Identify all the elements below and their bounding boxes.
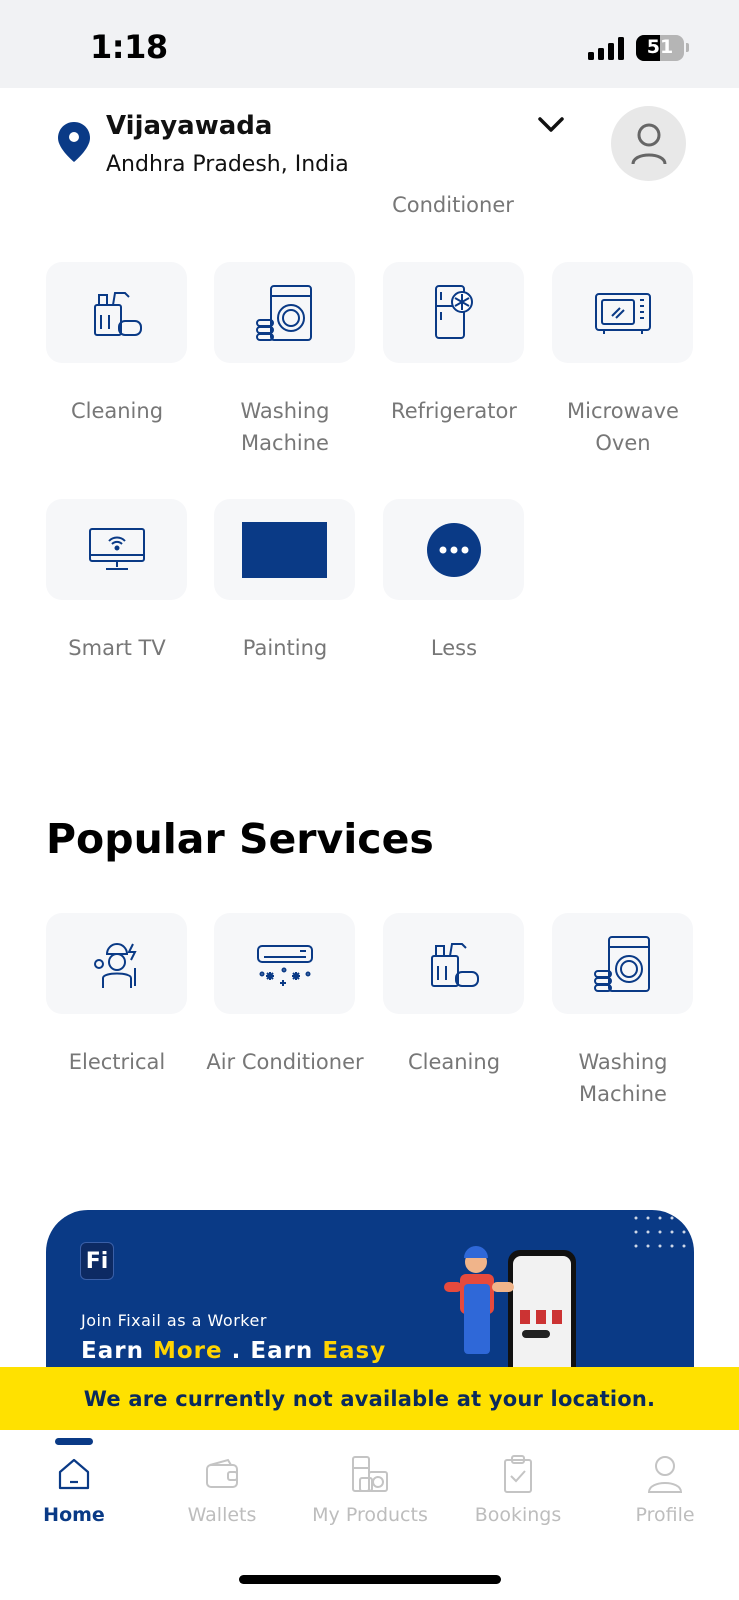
decorative-dots: [634, 1216, 686, 1248]
clipboard-icon: [504, 1455, 532, 1493]
popular-service-label: Electrical: [68, 1050, 166, 1074]
join-worker-banner[interactable]: Fi Join Fixail as a Worker Earn More . E…: [46, 1210, 694, 1380]
category-microwave-oven[interactable]: [552, 262, 693, 363]
painting-icon: [242, 521, 327, 578]
category-label: Less: [430, 636, 478, 660]
electrician-icon: [93, 942, 137, 988]
battery-cap: [686, 43, 689, 52]
region-name: Andhra Pradesh, India: [106, 152, 349, 177]
active-tab-indicator: [55, 1438, 93, 1445]
tab-my-products[interactable]: My Products: [296, 1452, 444, 1528]
location-pin-icon: [58, 122, 90, 162]
category-cleaning[interactable]: [46, 262, 187, 363]
air-conditioner-icon: [256, 944, 313, 986]
profile-icon: [647, 1456, 683, 1493]
status-time: 1:18: [90, 28, 168, 66]
battery-level: 51: [646, 36, 674, 58]
tab-profile[interactable]: Profile: [591, 1452, 739, 1528]
popular-service-washing-machine[interactable]: [552, 913, 693, 1014]
chevron-down-icon[interactable]: [536, 114, 566, 136]
tab-label: Wallets: [187, 1504, 257, 1526]
location-unavailable-alert: We are currently not available at your l…: [0, 1367, 739, 1430]
tab-label: Profile: [635, 1504, 695, 1526]
user-icon: [631, 123, 666, 164]
category-painting[interactable]: [214, 499, 355, 600]
alert-text: We are currently not available at your l…: [83, 1386, 656, 1411]
category-label: Cleaning: [70, 399, 164, 423]
cleaning-icon: [430, 942, 479, 987]
washing-machine-icon: [593, 935, 650, 992]
popular-service-label: Air Conditioner: [206, 1050, 364, 1074]
category-smart-tv[interactable]: [46, 499, 187, 600]
home-icon: [58, 1458, 90, 1490]
refrigerator-icon: [434, 284, 473, 339]
wallet-icon: [206, 1458, 238, 1488]
popular-service-label: Washing Machine: [578, 1050, 668, 1106]
profile-avatar-button[interactable]: [611, 106, 686, 181]
banner-headline: Earn More . Earn Easy: [81, 1338, 387, 1364]
category-label: Washing Machine: [240, 399, 330, 455]
battery-icon: 51: [636, 35, 684, 61]
popular-service-air-conditioner[interactable]: [214, 913, 355, 1014]
home-indicator: [239, 1575, 501, 1584]
category-label: Microwave Oven: [567, 399, 679, 455]
microwave-icon: [594, 292, 651, 334]
banner-subtitle: Join Fixail as a Worker: [81, 1311, 267, 1330]
tab-home[interactable]: Home: [0, 1452, 148, 1528]
tab-label: Home: [43, 1504, 105, 1526]
category-label: Smart TV: [68, 636, 166, 660]
popular-service-label: Cleaning: [407, 1050, 501, 1074]
tab-label: Bookings: [474, 1504, 562, 1526]
products-icon: [352, 1456, 388, 1492]
cleaning-icon: [93, 291, 142, 336]
worker-with-phone-illustration: [444, 1246, 576, 1380]
smart-tv-icon: [88, 527, 145, 570]
cellular-signal-icon: [588, 36, 624, 60]
city-name: Vijayawada: [106, 111, 273, 141]
status-bar: 1:18 51: [0, 0, 739, 88]
category-washing-machine[interactable]: [214, 262, 355, 363]
more-dots-icon: [426, 522, 481, 577]
tab-wallets[interactable]: Wallets: [148, 1452, 296, 1528]
popular-services-heading: Popular Services: [46, 815, 434, 863]
washing-machine-icon: [255, 284, 312, 341]
category-refrigerator[interactable]: [383, 262, 524, 363]
popular-service-cleaning[interactable]: [383, 913, 524, 1014]
partial-category-label: Conditioner: [392, 193, 514, 217]
tab-bookings[interactable]: Bookings: [444, 1452, 592, 1528]
category-label: Painting: [242, 636, 328, 660]
category-label: Refrigerator: [391, 399, 517, 423]
category-less[interactable]: [383, 499, 524, 600]
popular-service-electrical[interactable]: [46, 913, 187, 1014]
tab-label: My Products: [312, 1504, 428, 1526]
fixail-logo: Fi: [80, 1242, 114, 1280]
